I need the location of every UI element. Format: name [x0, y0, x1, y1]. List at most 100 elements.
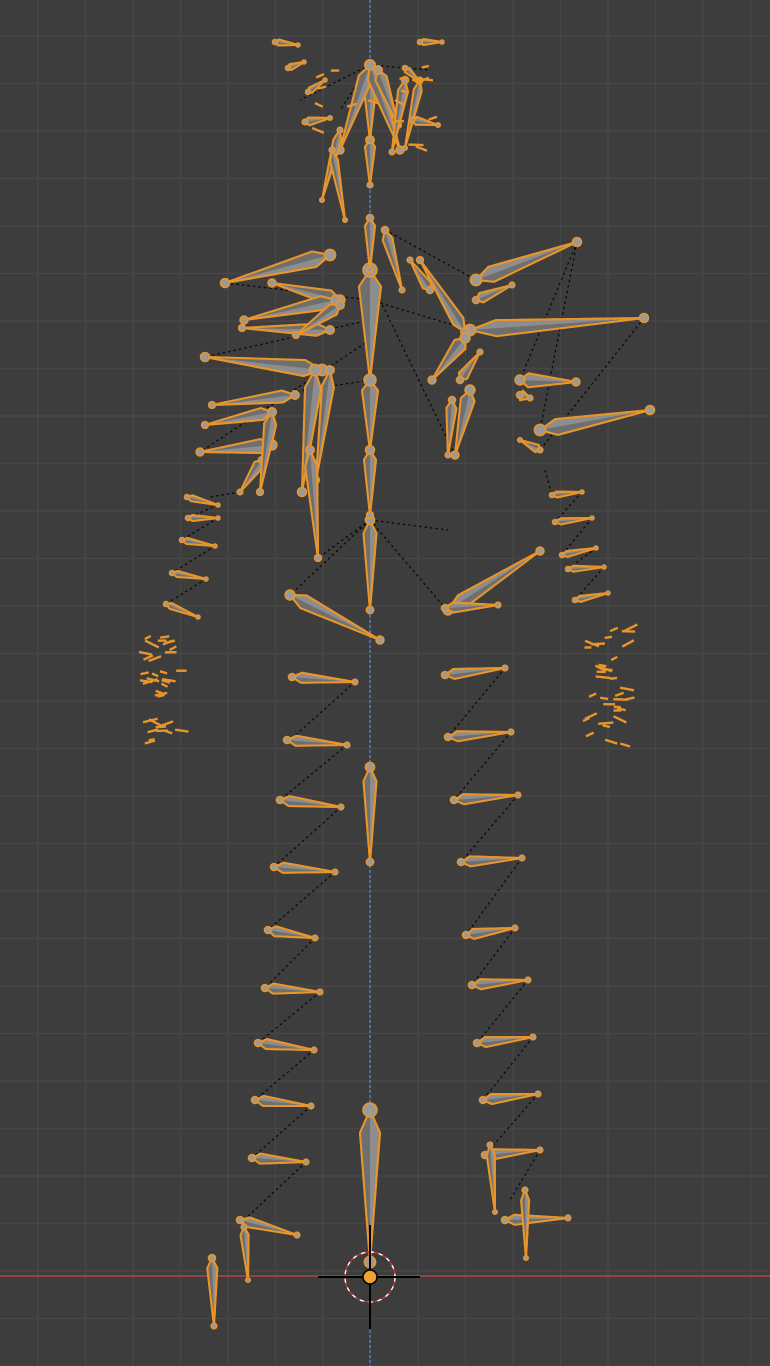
bone-head-joint[interactable]	[455, 375, 465, 385]
bone-head-joint[interactable]	[558, 551, 566, 559]
bone[interactable]	[260, 982, 324, 996]
bone-tail-joint[interactable]	[579, 489, 585, 495]
3d-viewport[interactable]	[0, 0, 770, 1366]
bone[interactable]	[520, 1186, 531, 1262]
bone-tail-joint[interactable]	[501, 664, 509, 672]
bone-head-joint[interactable]	[408, 116, 416, 124]
bone-tail-joint[interactable]	[291, 330, 301, 340]
bone-head-joint[interactable]	[372, 65, 383, 76]
bone[interactable]	[282, 734, 351, 749]
bone-tail-joint[interactable]	[535, 546, 545, 556]
bone-tail-joint[interactable]	[337, 803, 345, 811]
bone-tail-joint[interactable]	[255, 487, 265, 497]
bone-head-joint[interactable]	[336, 126, 344, 134]
bone-tail-joint[interactable]	[507, 728, 515, 736]
bone[interactable]	[467, 976, 532, 991]
bone[interactable]	[449, 791, 522, 806]
bone[interactable]	[564, 564, 607, 573]
bone-tail-joint[interactable]	[638, 312, 650, 324]
bone-tail-joint[interactable]	[343, 741, 351, 749]
bone-tail-joint[interactable]	[341, 216, 349, 224]
bone[interactable]	[269, 861, 339, 876]
bone-head-joint[interactable]	[287, 672, 297, 682]
bone-tail-joint[interactable]	[219, 277, 231, 289]
bone-tail-joint[interactable]	[401, 144, 409, 152]
3d-cursor-icon[interactable]	[318, 1225, 420, 1329]
bone[interactable]	[443, 728, 515, 743]
bone-tail-joint[interactable]	[605, 590, 611, 596]
bone-head-joint[interactable]	[323, 248, 337, 262]
bone-tail-joint[interactable]	[215, 515, 221, 521]
bone[interactable]	[469, 236, 583, 287]
bone-tail-joint[interactable]	[310, 1046, 318, 1054]
bone-tail-joint[interactable]	[239, 315, 249, 325]
armature-bones[interactable]	[162, 38, 656, 1330]
bone-head-joint[interactable]	[514, 374, 526, 386]
bone-head-joint[interactable]	[536, 446, 544, 454]
bone[interactable]	[219, 248, 337, 289]
bone-tail-joint[interactable]	[267, 278, 277, 288]
bone-tail-joint[interactable]	[307, 1102, 315, 1110]
bone-tail-joint[interactable]	[375, 635, 385, 645]
bone-tail-joint[interactable]	[522, 1254, 530, 1262]
bone-head-joint[interactable]	[443, 732, 453, 742]
bone-tail-joint[interactable]	[363, 373, 377, 387]
bone-tail-joint[interactable]	[601, 564, 607, 570]
bone-head-joint[interactable]	[461, 930, 471, 940]
bone[interactable]	[199, 351, 329, 378]
bone[interactable]	[253, 1038, 318, 1054]
bone-tail-joint[interactable]	[199, 351, 211, 363]
bone-tail-joint[interactable]	[365, 857, 375, 867]
bone[interactable]	[247, 1152, 310, 1166]
bone-head-joint[interactable]	[447, 395, 457, 405]
bone-head-joint[interactable]	[183, 493, 191, 501]
bone-head-joint[interactable]	[548, 491, 556, 499]
bone-tail-joint[interactable]	[237, 323, 247, 333]
bone-head-joint[interactable]	[456, 857, 466, 867]
bone[interactable]	[363, 444, 377, 520]
bone-tail-joint[interactable]	[195, 614, 201, 620]
bone-tail-joint[interactable]	[518, 854, 526, 862]
bone-head-joint[interactable]	[284, 589, 296, 601]
bone-tail-joint[interactable]	[415, 255, 425, 265]
bone-tail-joint[interactable]	[406, 256, 414, 264]
bone-head-joint[interactable]	[304, 88, 312, 96]
bone[interactable]	[463, 312, 650, 338]
bone-head-joint[interactable]	[515, 390, 525, 400]
bone-head-joint[interactable]	[416, 38, 424, 46]
bone[interactable]	[548, 489, 585, 499]
bone[interactable]	[207, 389, 300, 410]
bone[interactable]	[184, 514, 221, 522]
bone-head-joint[interactable]	[207, 1253, 217, 1263]
bone[interactable]	[515, 389, 534, 402]
bone-tail-joint[interactable]	[511, 924, 519, 932]
bone-head-joint[interactable]	[301, 118, 309, 126]
bone-tail-joint[interactable]	[200, 420, 210, 430]
bone[interactable]	[415, 255, 470, 337]
bone[interactable]	[416, 38, 445, 46]
bone[interactable]	[364, 135, 376, 189]
bone-tail-joint[interactable]	[526, 394, 534, 402]
bone-head-joint[interactable]	[464, 384, 476, 396]
bone-tail-joint[interactable]	[365, 605, 375, 615]
bone-tail-joint[interactable]	[313, 553, 323, 563]
bone-tail-joint[interactable]	[207, 400, 217, 410]
bone-head-joint[interactable]	[168, 569, 176, 577]
bone-tail-joint[interactable]	[514, 791, 522, 799]
bone-tail-joint[interactable]	[444, 451, 452, 459]
bone[interactable]	[516, 436, 544, 454]
bone[interactable]	[301, 114, 334, 127]
bone[interactable]	[456, 854, 526, 868]
bone-tail-joint[interactable]	[571, 377, 581, 387]
bone-head-joint[interactable]	[178, 536, 186, 544]
bone-head-joint[interactable]	[240, 1223, 248, 1231]
viewport-canvas[interactable]	[0, 0, 770, 1366]
bone[interactable]	[237, 322, 335, 337]
bone-head-joint[interactable]	[275, 795, 285, 805]
bone-head-joint[interactable]	[289, 389, 300, 400]
bone-tail-joint[interactable]	[210, 1322, 218, 1330]
bone-tail-joint[interactable]	[293, 1231, 301, 1239]
bone-head-joint[interactable]	[184, 514, 192, 522]
bone[interactable]	[183, 493, 221, 508]
bone-tail-joint[interactable]	[439, 39, 445, 45]
